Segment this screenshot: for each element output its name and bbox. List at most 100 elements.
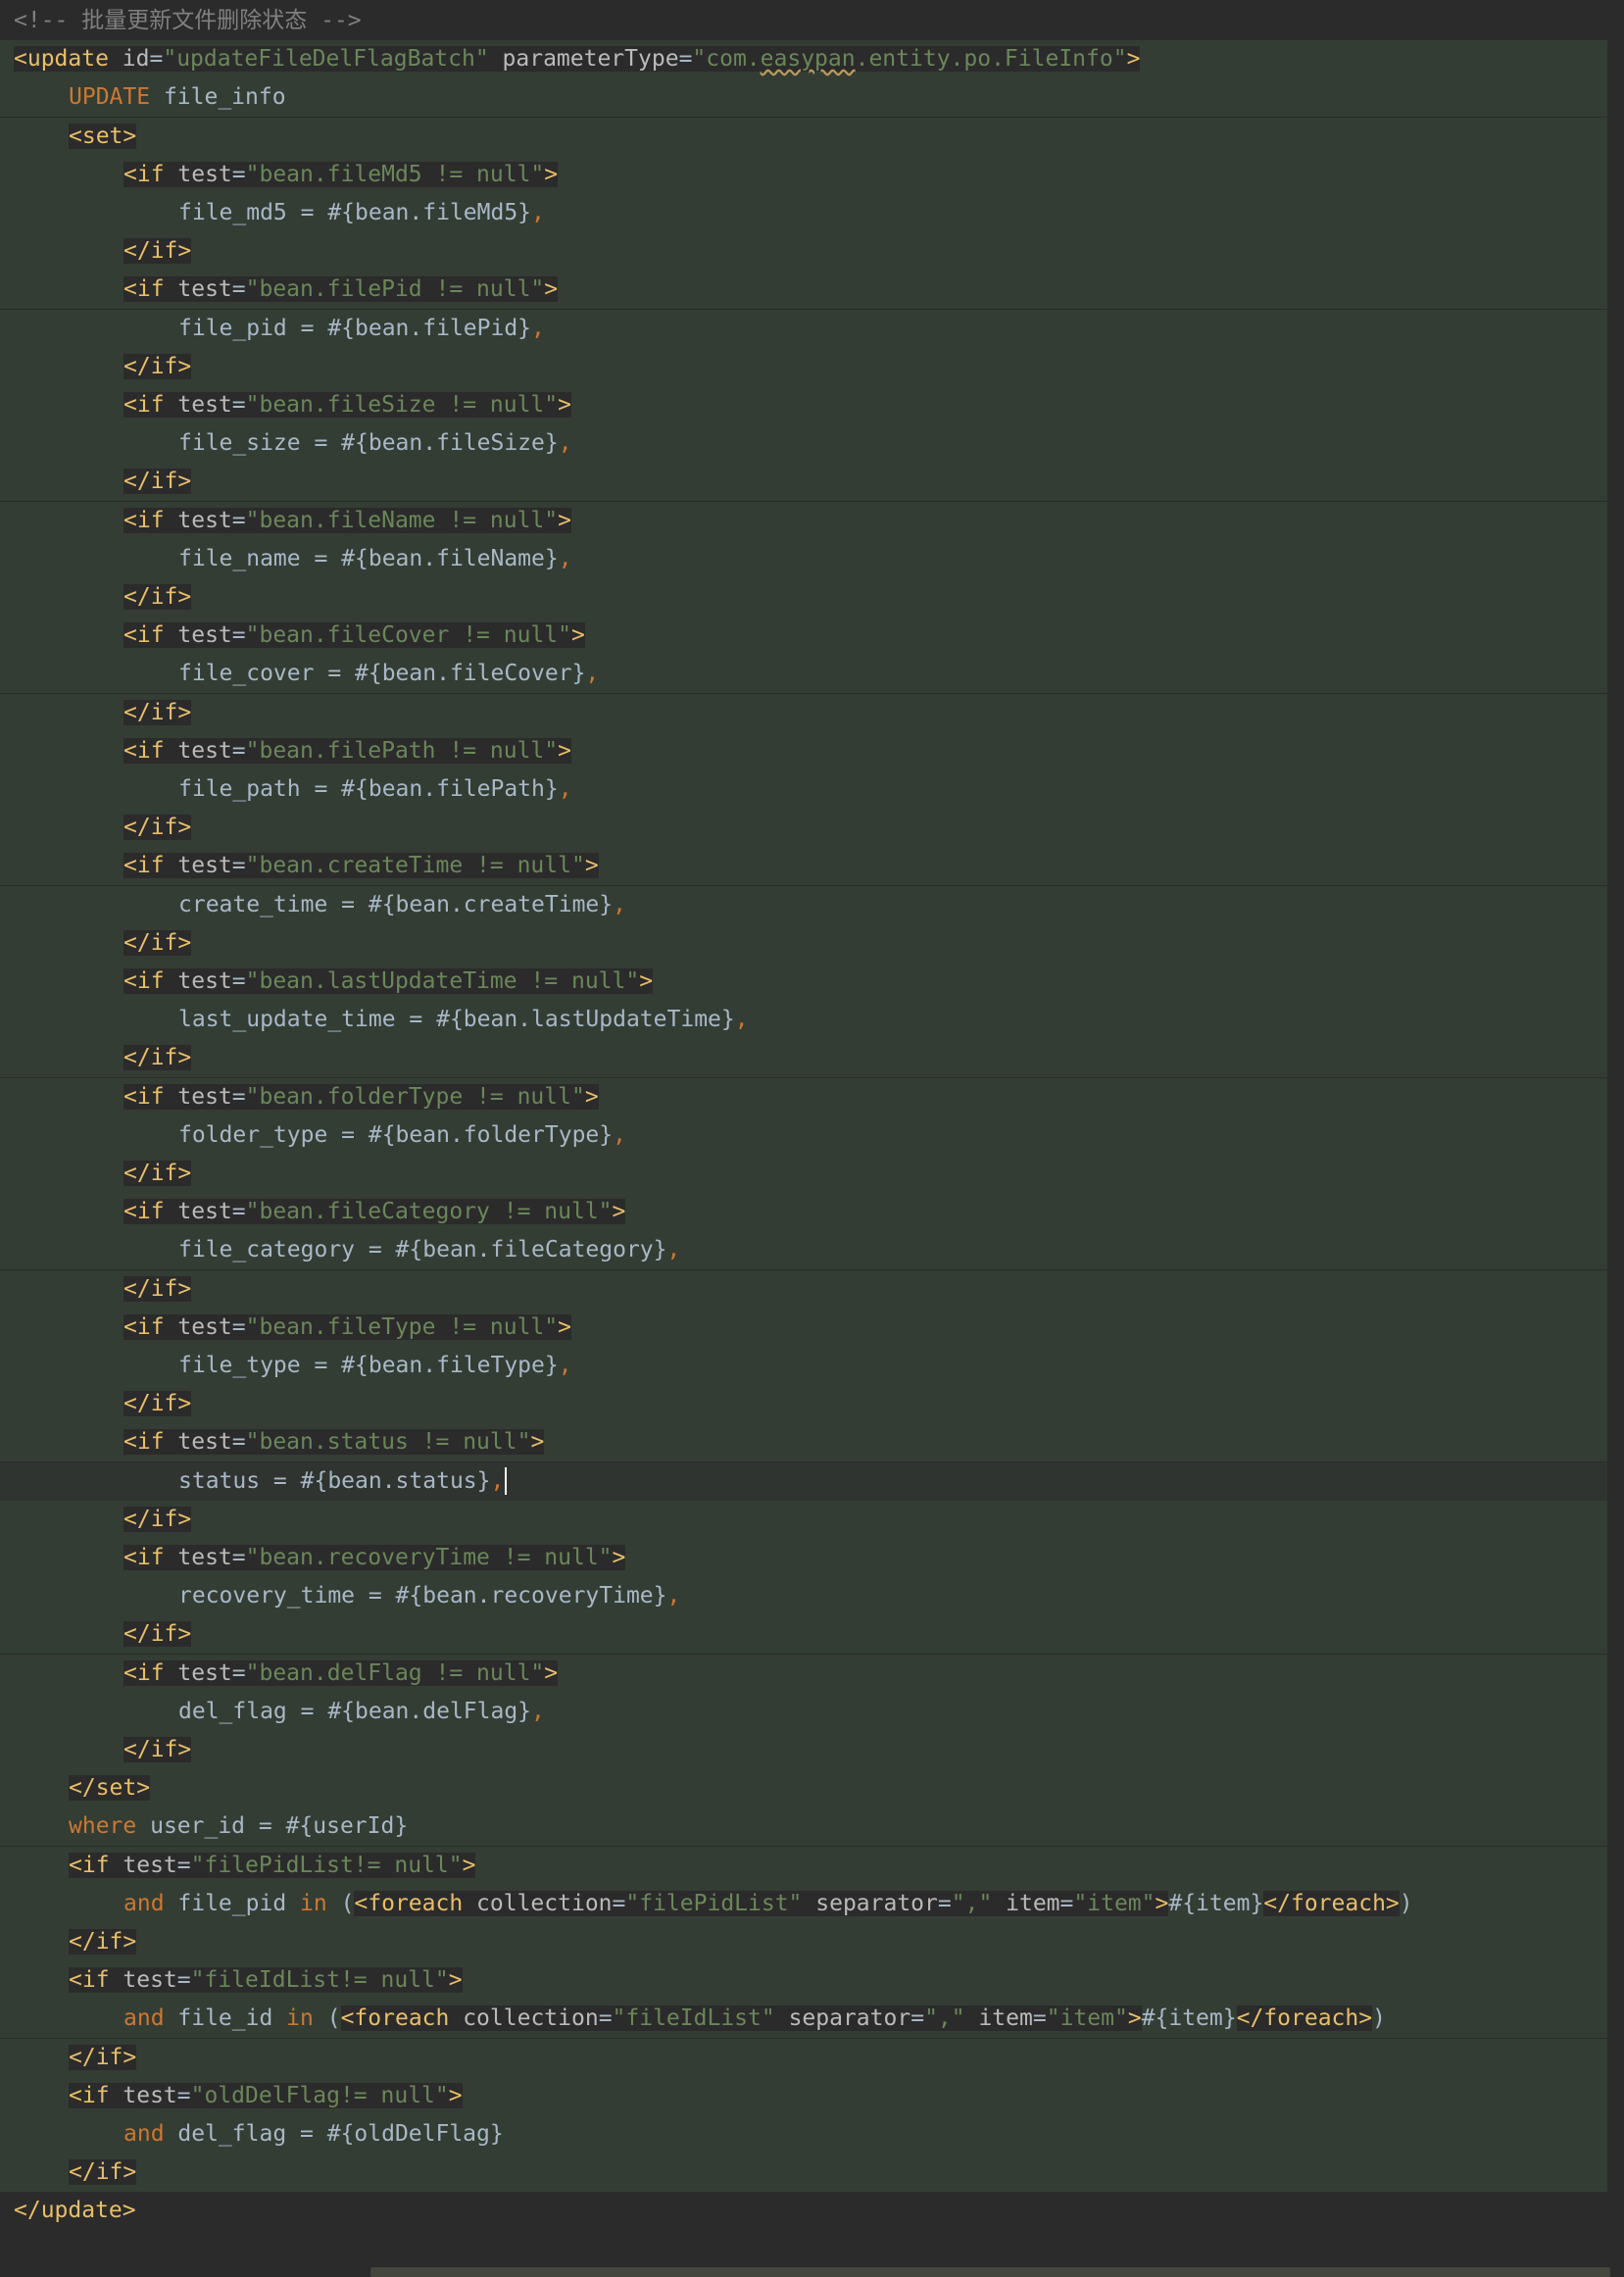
code-line[interactable]: status = #{bean.status}, (0, 1461, 1607, 1501)
code-line[interactable]: </if> (0, 1923, 1607, 1961)
code-line[interactable]: file_size = #{bean.fileSize}, (0, 424, 1607, 464)
code-token: </if> (123, 929, 192, 956)
code-line[interactable]: <if test="fileIdList!= null"> (0, 1961, 1607, 2001)
code-line-content: <set> (69, 118, 137, 156)
code-line[interactable]: create_time = #{bean.createTime}, (0, 885, 1607, 924)
code-line[interactable]: last_update_time = #{bean.lastUpdateTime… (0, 1001, 1607, 1040)
code-line-content: <update id="updateFileDelFlagBatch" para… (14, 40, 1141, 78)
code-line[interactable]: file_md5 = #{bean.fileMd5}, (0, 194, 1607, 232)
code-line[interactable]: </if> (0, 693, 1607, 732)
code-token: test (177, 1429, 232, 1456)
code-line[interactable]: <if test="bean.fileType != null"> (0, 1308, 1607, 1347)
code-line[interactable]: <if test="bean.filePath != null"> (0, 731, 1607, 770)
code-line-content: file_type = #{bean.fileType}, (178, 1347, 572, 1385)
code-token: test (123, 1967, 177, 1994)
code-line-content: <if test="bean.filePid != null"> (123, 271, 559, 309)
code-line[interactable]: <if test="bean.folderType != null"> (0, 1077, 1607, 1116)
code-line[interactable]: </update> (0, 2192, 1607, 2231)
code-line[interactable]: <if test="bean.delFlag != null"> (0, 1654, 1607, 1693)
code-token: "bean.fileType != null" (245, 1313, 559, 1340)
code-line[interactable]: file_type = #{bean.fileType}, (0, 1347, 1607, 1385)
code-line[interactable]: del_flag = #{bean.delFlag}, (0, 1692, 1607, 1731)
code-line[interactable]: recovery_time = #{bean.recoveryTime}, (0, 1577, 1607, 1616)
code-token: "bean.fileMd5 != null" (245, 161, 545, 187)
code-line[interactable]: </if> (0, 1731, 1607, 1769)
vertical-scrollbar[interactable] (1607, 0, 1624, 2277)
code-line[interactable]: where user_id = #{userId} (0, 1807, 1607, 1847)
code-line[interactable]: </set> (0, 1769, 1607, 1808)
code-token: = (176, 1967, 191, 1994)
code-line[interactable]: </if> (0, 1385, 1607, 1424)
code-line[interactable]: <update id="updateFileDelFlagBatch" para… (0, 40, 1607, 79)
code-line-content: <if test="filePidList!= null"> (69, 1847, 476, 1885)
code-line[interactable]: </if> (0, 1269, 1607, 1309)
code-line[interactable]: </if> (0, 1500, 1607, 1539)
code-line[interactable]: </if> (0, 2038, 1607, 2077)
code-line[interactable]: </if> (0, 809, 1607, 848)
code-line[interactable]: file_path = #{bean.filePath}, (0, 770, 1607, 809)
code-line[interactable]: </if> (0, 578, 1607, 617)
code-token: = (231, 392, 246, 418)
code-token: <if (123, 622, 178, 649)
code-line[interactable]: <if test="bean.fileName != null"> (0, 501, 1607, 540)
code-line[interactable]: <if test="bean.status != null"> (0, 1423, 1607, 1462)
code-line-content: <if test="bean.lastUpdateTime != null"> (123, 963, 654, 1001)
code-line[interactable]: <if test="bean.recoveryTime != null"> (0, 1539, 1607, 1577)
code-line[interactable]: and file_pid in (<foreach collection="fi… (0, 1884, 1607, 1923)
code-line[interactable]: </if> (0, 2153, 1607, 2193)
code-token: in (300, 1890, 341, 1916)
code-token: file_category = #{bean.fileCategory} (178, 1237, 667, 1263)
code-line[interactable]: </if> (0, 1155, 1607, 1193)
code-line[interactable]: </if> (0, 232, 1607, 272)
code-token: = (231, 1545, 246, 1570)
code-line[interactable]: <if test="bean.fileCover != null"> (0, 617, 1607, 656)
code-line[interactable]: folder_type = #{bean.folderType}, (0, 1115, 1607, 1155)
code-token: "bean.delFlag != null" (245, 1659, 545, 1686)
code-line[interactable]: UPDATE file_info (0, 78, 1607, 118)
code-token: in (286, 2005, 327, 2032)
code-token: file_pid = #{bean.filePid} (178, 315, 532, 341)
code-line[interactable]: file_category = #{bean.fileCategory}, (0, 1231, 1607, 1270)
code-token: test (177, 1313, 232, 1340)
code-line-content: <if test="bean.folderType != null"> (123, 1078, 599, 1116)
code-token: = (231, 1199, 246, 1225)
code-token: "fileIdList" (612, 2005, 775, 2032)
horizontal-scrollbar-track[interactable] (0, 2263, 1624, 2277)
code-token: > (1155, 1890, 1169, 1916)
code-line[interactable]: file_cover = #{bean.fileCover}, (0, 655, 1607, 694)
code-editor[interactable]: <!-- 批量更新文件删除状态 --> <update id="updateFil… (0, 0, 1607, 2254)
code-token: #{item} (1168, 1890, 1264, 1916)
code-line-content: file_size = #{bean.fileSize}, (178, 424, 572, 463)
code-line-content: file_name = #{bean.fileName}, (178, 540, 572, 578)
code-line[interactable]: </if> (0, 923, 1607, 963)
code-line[interactable]: <if test="bean.createTime != null"> (0, 847, 1607, 886)
code-line-content: <if test="oldDelFlag!= null"> (69, 2077, 463, 2115)
code-line[interactable]: <if test="filePidList!= null"> (0, 1846, 1607, 1885)
code-token: "com. (692, 46, 761, 73)
code-line[interactable]: <!-- 批量更新文件删除状态 --> (0, 2, 1607, 40)
code-token: <if (123, 1429, 178, 1456)
code-line-content: </if> (123, 232, 192, 271)
code-line[interactable]: <set> (0, 117, 1607, 156)
code-line[interactable]: </if> (0, 1615, 1607, 1655)
code-line[interactable]: <if test="bean.fileCategory != null"> (0, 1193, 1607, 1232)
code-line[interactable]: file_pid = #{bean.filePid}, (0, 309, 1607, 348)
code-token: <if (123, 737, 178, 764)
code-line[interactable]: and file_id in (<foreach collection="fil… (0, 2000, 1607, 2039)
code-line[interactable]: <if test="bean.filePid != null"> (0, 271, 1607, 310)
code-line[interactable]: <if test="oldDelFlag!= null"> (0, 2076, 1607, 2115)
horizontal-scrollbar-thumb[interactable] (370, 2267, 1610, 2277)
code-token: </if> (123, 1275, 192, 1302)
code-line-content: </if> (123, 1039, 192, 1077)
code-token: </if> (69, 1929, 137, 1955)
code-line[interactable]: </if> (0, 463, 1607, 502)
code-line[interactable]: <if test="bean.lastUpdateTime != null"> (0, 963, 1607, 1001)
code-line[interactable]: <if test="bean.fileSize != null"> (0, 386, 1607, 424)
code-line[interactable]: <if test="bean.fileMd5 != null"> (0, 155, 1607, 194)
code-line[interactable]: </if> (0, 347, 1607, 386)
code-line[interactable]: file_name = #{bean.fileName}, (0, 539, 1607, 578)
code-token: test (177, 622, 232, 649)
code-line[interactable]: </if> (0, 1039, 1607, 1078)
code-token: > (544, 1659, 559, 1686)
code-line[interactable]: and del_flag = #{oldDelFlag} (0, 2115, 1607, 2153)
